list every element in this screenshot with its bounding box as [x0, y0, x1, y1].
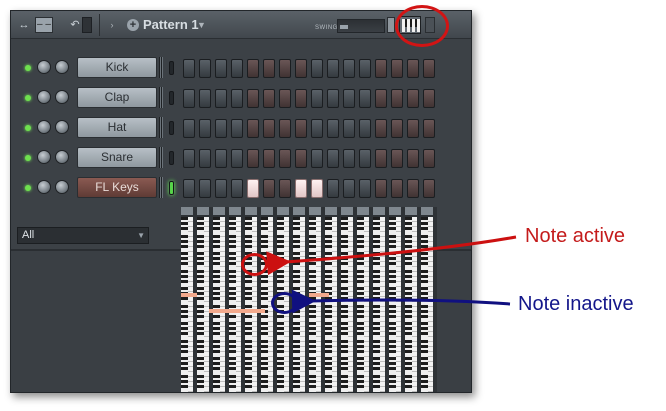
note-active-label: Note active	[525, 225, 626, 247]
annotation-arrows	[266, 235, 517, 314]
arrow-to-inactive-note	[291, 289, 511, 314]
note-inactive-label: Note inactive	[518, 293, 634, 315]
arrow-to-active-note	[266, 235, 517, 276]
